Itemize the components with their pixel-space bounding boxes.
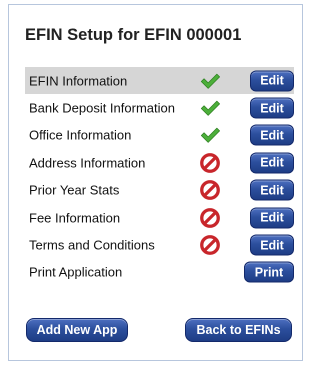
section-row-office-information: Office Information Edit xyxy=(25,122,294,149)
edit-button-office-information[interactable]: Edit xyxy=(250,124,294,146)
section-label: Prior Year Stats xyxy=(29,182,120,198)
edit-button-efin-information[interactable]: Edit xyxy=(250,70,294,92)
edit-button-address-information[interactable]: Edit xyxy=(250,152,294,174)
section-label: Bank Deposit Information xyxy=(29,100,175,116)
prohibited-icon xyxy=(200,180,220,201)
section-row-terms-and-conditions: Terms and Conditions Edit xyxy=(25,231,294,258)
page-title: EFIN Setup for EFIN 000001 xyxy=(25,26,242,44)
section-label: Print Application xyxy=(29,264,123,280)
prohibited-icon xyxy=(200,235,220,255)
print-button-print-application[interactable]: Print xyxy=(244,261,294,283)
section-row-prior-year-stats: Prior Year Stats Edit xyxy=(25,177,294,204)
section-row-bank-deposit-information: Bank Deposit Information Edit xyxy=(25,94,294,121)
section-label: Office Information xyxy=(29,127,132,143)
setup-sections-list: EFIN Information Edit Bank Deposit Informa… xyxy=(25,67,294,286)
checkmark-icon xyxy=(200,128,220,144)
section-label: Fee Information xyxy=(29,210,121,226)
edit-button-terms-and-conditions[interactable]: Edit xyxy=(250,234,294,256)
section-row-address-information: Address Information Edit xyxy=(25,149,294,176)
edit-button-prior-year-stats[interactable]: Edit xyxy=(250,179,294,201)
checkmark-icon xyxy=(200,100,220,116)
prohibited-icon xyxy=(200,207,220,228)
section-label: Terms and Conditions xyxy=(29,237,155,253)
edit-button-fee-information[interactable]: Edit xyxy=(250,207,294,229)
prohibited-icon xyxy=(200,152,220,173)
efin-setup-panel: EFIN Setup for EFIN 000001 EFIN Informat… xyxy=(8,4,303,361)
edit-button-bank-deposit-information[interactable]: Edit xyxy=(250,97,294,119)
section-row-efin-information: EFIN Information Edit xyxy=(25,67,294,95)
checkmark-icon xyxy=(200,73,220,89)
section-label: Address Information xyxy=(29,155,146,171)
add-new-app-button[interactable]: Add New App xyxy=(26,318,128,342)
back-to-efins-button[interactable]: Back to EFINs xyxy=(185,318,292,342)
section-row-fee-information: Fee Information Edit xyxy=(25,204,294,231)
section-label: EFIN Information xyxy=(29,73,128,89)
section-row-print-application: Print Application Print xyxy=(25,259,294,286)
